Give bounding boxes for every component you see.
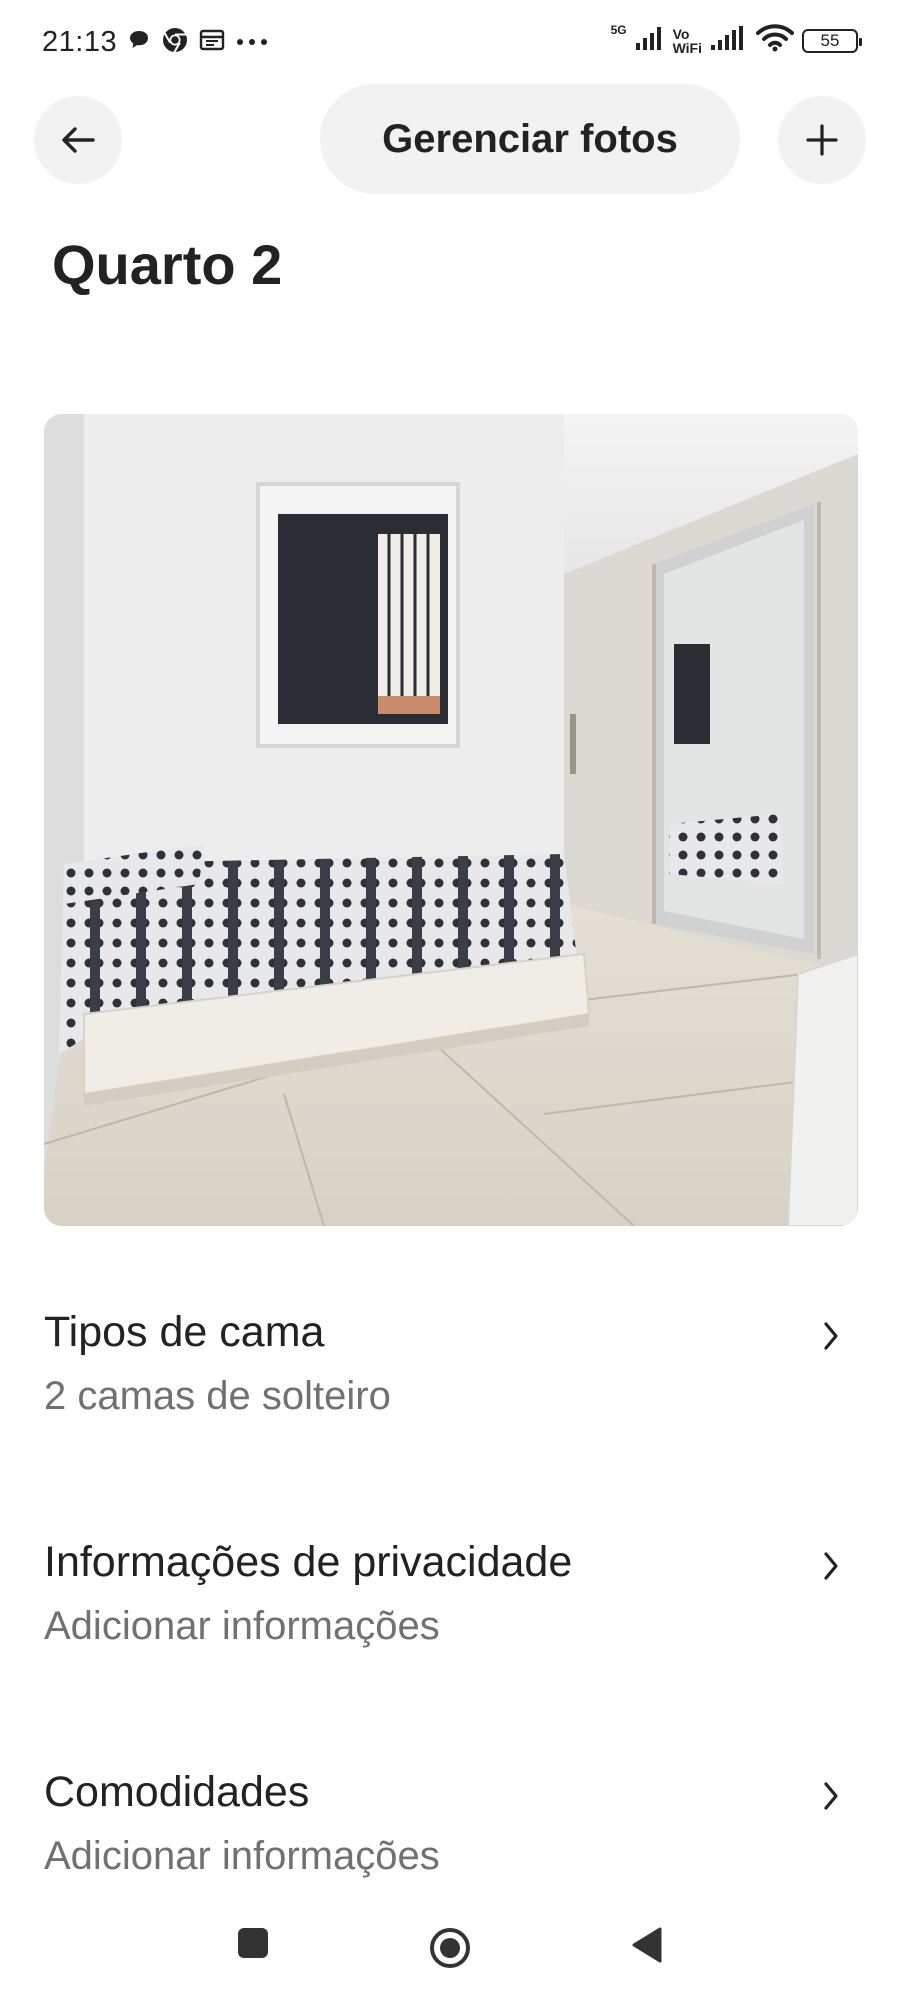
plus-icon bbox=[806, 124, 838, 156]
chrome-icon bbox=[161, 26, 189, 59]
room-photo[interactable] bbox=[44, 414, 858, 1226]
item-subtitle: Adicionar informações bbox=[44, 1834, 440, 1878]
signal-icon bbox=[635, 25, 665, 56]
system-nav-bar bbox=[0, 1900, 900, 2000]
home-circle-icon[interactable] bbox=[428, 1926, 472, 1975]
vowifi-label: Vo WiFi bbox=[673, 27, 702, 55]
back-triangle-icon[interactable] bbox=[630, 1926, 664, 1969]
item-subtitle: 2 camas de solteiro bbox=[44, 1374, 391, 1418]
signal-icon bbox=[710, 25, 748, 56]
status-bar: 21:13 5G Vo WiFi 55 bbox=[0, 0, 900, 90]
room-photo-illustration bbox=[44, 414, 858, 1226]
list-item-privacy-info[interactable]: Informações de privacidade Adicionar inf… bbox=[0, 1538, 900, 1718]
calendar-icon bbox=[199, 28, 225, 57]
status-left: 21:13 bbox=[42, 26, 269, 59]
recents-square-icon[interactable] bbox=[236, 1926, 270, 1965]
vowifi-top: Vo bbox=[672, 25, 690, 42]
header-title: Gerenciar fotos bbox=[382, 116, 678, 161]
item-title: Informações de privacidade bbox=[44, 1538, 573, 1586]
wifi-icon bbox=[756, 24, 794, 57]
chevron-right-icon bbox=[820, 1546, 844, 1591]
item-title: Tipos de cama bbox=[44, 1308, 325, 1356]
chevron-right-icon bbox=[820, 1316, 844, 1361]
battery-level: 55 bbox=[820, 30, 840, 50]
vowifi-bottom: WiFi bbox=[672, 39, 702, 56]
list-item-bed-types[interactable]: Tipos de cama 2 camas de solteiro bbox=[0, 1308, 900, 1488]
status-time: 21:13 bbox=[42, 26, 118, 58]
back-button[interactable] bbox=[34, 96, 122, 184]
chat-bubble-icon bbox=[127, 28, 151, 57]
chevron-right-icon bbox=[820, 1776, 844, 1821]
add-photo-button[interactable] bbox=[778, 96, 866, 184]
item-subtitle: Adicionar informações bbox=[44, 1604, 440, 1648]
manage-photos-pill[interactable]: Gerenciar fotos bbox=[320, 84, 740, 194]
item-title: Comodidades bbox=[44, 1768, 310, 1816]
more-dots-icon bbox=[235, 34, 269, 52]
status-right: 5G Vo WiFi 55 bbox=[610, 23, 862, 57]
arrow-left-icon bbox=[62, 127, 95, 153]
network-type: 5G bbox=[610, 23, 627, 37]
battery-icon: 55 bbox=[802, 28, 862, 53]
page-title: Quarto 2 bbox=[52, 233, 283, 296]
